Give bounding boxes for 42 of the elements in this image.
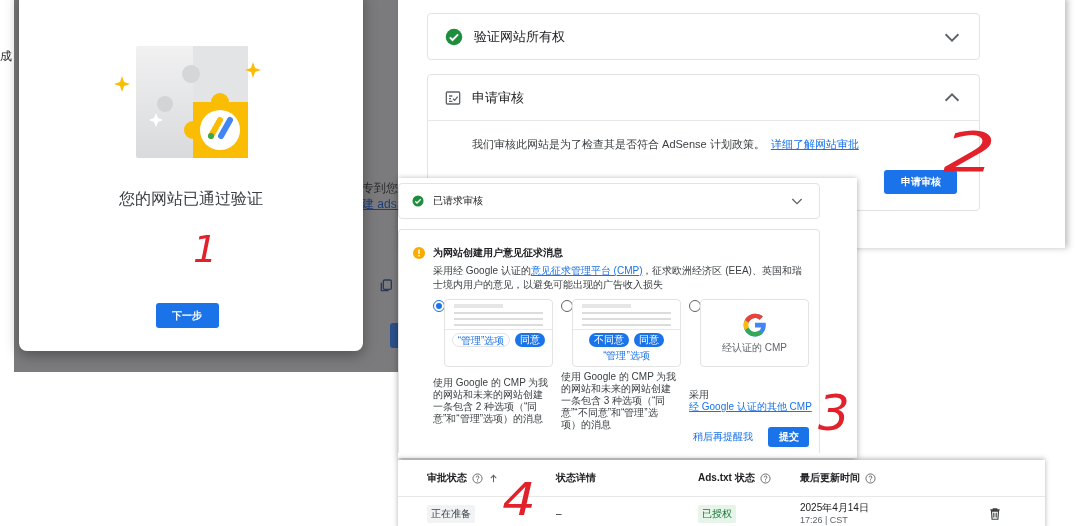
next-button[interactable]: 下一步 <box>155 303 219 328</box>
handwritten-number: 1 <box>193 230 218 268</box>
handwritten-number: 4 <box>502 478 536 522</box>
checklist-icon <box>445 89 461 106</box>
table-cell-text: 17:26 | CST <box>800 513 849 526</box>
remind-later-button[interactable]: 稍后再提醒我 <box>693 430 753 444</box>
trash-icon[interactable] <box>988 506 1002 521</box>
cmp-caption: 经认证的 CMP <box>722 340 787 355</box>
status-chip: 已授权 <box>698 504 736 523</box>
step-title: 验证网站所有权 <box>474 27 566 46</box>
help-icon[interactable] <box>759 472 771 484</box>
column-header[interactable]: Ads.txt 状态 <box>698 471 755 485</box>
column-header[interactable]: 状态详情 <box>556 471 596 485</box>
page-text: 成 <box>0 48 12 65</box>
step-title: 已请求审核 <box>433 194 484 208</box>
link[interactable]: 详细了解网站审批 <box>770 138 859 150</box>
step-title: 申请审核 <box>472 88 525 107</box>
sort-arrow-icon[interactable] <box>488 472 499 484</box>
column-header[interactable]: 最后更新时间 <box>800 471 860 485</box>
handwritten-number: 3 <box>818 388 850 438</box>
warning-icon <box>413 247 425 259</box>
column-header[interactable]: 审批状态 <box>427 471 467 485</box>
option-description: 使用 Google 的 CMP 为我的网站和未来的网站创建一条包含 3 种选项（“同意”“不同意”和“管理”选项）的消息 <box>561 371 677 431</box>
step-description: 我们审核此网站是为了检查其是否符合 AdSense 计划政策。 详细了解网站审批 <box>472 137 860 152</box>
option-description: 使用 Google 的 CMP 为我的网站和未来的网站创建一条包含 2 种选项（“同意”和“管理”选项）的消息 <box>433 377 549 426</box>
table-cell-text: 2025年4月14日 <box>800 501 870 514</box>
message-title: 为网站创建用户意见征求消息 <box>433 246 563 260</box>
link[interactable]: 建 ads. <box>362 196 400 213</box>
submit-button[interactable]: 提交 <box>768 427 809 447</box>
page-text: 专到您 <box>362 180 398 197</box>
copy-icon[interactable] <box>378 278 394 294</box>
check-circle-icon <box>412 195 424 207</box>
link[interactable]: 意见征求管理平台 (CMP) <box>530 265 643 276</box>
help-icon[interactable] <box>472 472 483 484</box>
status-chip: 正在准备 <box>427 504 475 523</box>
help-icon[interactable] <box>865 472 876 484</box>
table-cell-text: – <box>556 508 563 519</box>
g-logo-icon <box>741 311 768 338</box>
message-description: 采用经 Google 认证的意见征求管理平台 (CMP)，征求欧洲经济区 (EEA)、英国和瑞士境内用户的意见，以避免可能出现的广告收入损失 <box>433 264 803 292</box>
check-circle-icon <box>445 27 463 46</box>
link[interactable]: 经 Google 认证的其他 CMP <box>689 401 812 412</box>
dialog-title: 您的网站已通过验证 <box>119 189 263 209</box>
